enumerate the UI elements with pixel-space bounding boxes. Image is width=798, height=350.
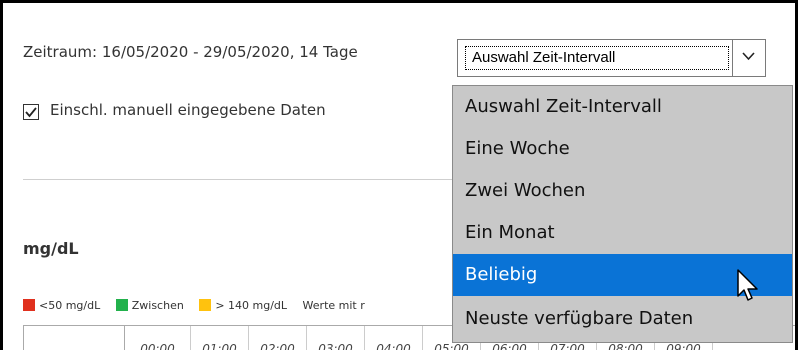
hour-header: 04:00 xyxy=(365,326,423,350)
legend-label-between: Zwischen xyxy=(131,299,184,312)
option-two-weeks[interactable]: Zwei Wochen xyxy=(453,170,792,212)
interval-dropdown-list: Auswahl Zeit-Intervall Eine Woche Zwei W… xyxy=(452,85,793,343)
unit-label: mg/dL xyxy=(23,239,79,258)
legend-swatch-between xyxy=(115,299,128,311)
legend-label-high: > 140 mg/dL xyxy=(215,299,288,312)
period-label: Zeitraum: 16/05/2020 - 29/05/2020, 14 Ta… xyxy=(23,43,358,61)
checkmark-icon xyxy=(25,107,37,118)
legend-swatch-low xyxy=(23,299,35,311)
hour-header: 02:00 xyxy=(249,326,307,350)
legend-item-high: > 140 mg/dL xyxy=(199,299,287,312)
app-frame: Zeitraum: 16/05/2020 - 29/05/2020, 14 Ta… xyxy=(0,0,798,350)
option-one-week[interactable]: Eine Woche xyxy=(453,128,792,170)
legend-item-low: <50 mg/dL xyxy=(23,299,100,312)
legend-item-manual: Werte mit r xyxy=(303,299,365,312)
manual-data-checkbox-label: Einschl. manuell eingegebene Daten xyxy=(50,101,326,119)
legend-label-manual: Werte mit r xyxy=(302,299,365,312)
option-one-month[interactable]: Ein Monat xyxy=(453,212,792,254)
interval-select-value[interactable]: Auswahl Zeit-Intervall xyxy=(465,46,729,70)
chevron-down-icon[interactable] xyxy=(732,40,765,76)
legend-swatch-high xyxy=(199,299,212,311)
option-select-interval[interactable]: Auswahl Zeit-Intervall xyxy=(453,86,792,128)
legend: <50 mg/dL Zwischen > 140 mg/dL Werte mit… xyxy=(23,299,377,312)
divider xyxy=(23,179,453,180)
legend-item-between: Zwischen xyxy=(115,299,184,312)
interval-select[interactable]: Auswahl Zeit-Intervall xyxy=(457,39,766,77)
hour-header: 00:00 xyxy=(125,326,191,350)
hour-header: 01:00 xyxy=(191,326,249,350)
option-latest-data[interactable]: Neuste verfügbare Daten xyxy=(453,298,792,340)
legend-label-low: <50 mg/dL xyxy=(39,299,101,312)
mouse-pointer-icon xyxy=(737,269,758,301)
manual-data-checkbox[interactable] xyxy=(23,104,39,120)
hour-header: 03:00 xyxy=(307,326,365,350)
table-header-corner xyxy=(24,326,125,350)
